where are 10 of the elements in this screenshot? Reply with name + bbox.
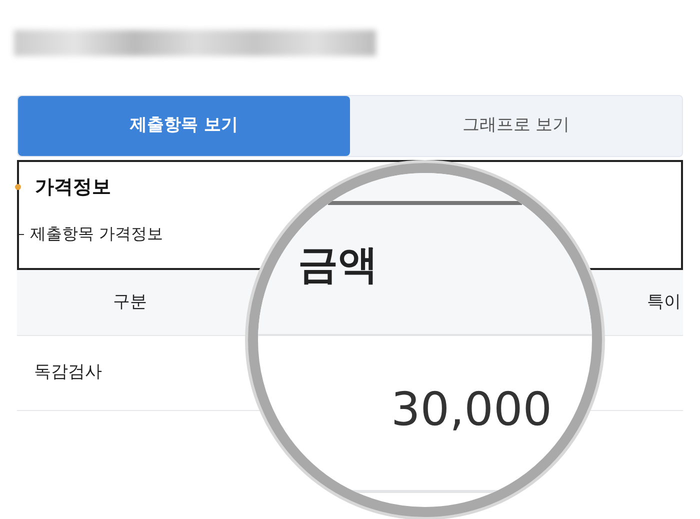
tab[interactable]: 제출항목 보기 bbox=[18, 96, 350, 156]
table-cell-text: 독감검사 bbox=[33, 361, 102, 384]
section-title: 가격정보 bbox=[35, 174, 111, 200]
column-header: 금액 bbox=[298, 245, 379, 285]
amount-value: 30,000 bbox=[391, 386, 552, 432]
tab[interactable]: 그래프로 보기 bbox=[350, 96, 682, 156]
column-header: 구분 bbox=[112, 290, 148, 314]
bullet-icon bbox=[15, 184, 21, 190]
section-subtitle: 제출항목 가격정보 bbox=[30, 223, 164, 245]
column-header: 특이 bbox=[647, 290, 682, 314]
